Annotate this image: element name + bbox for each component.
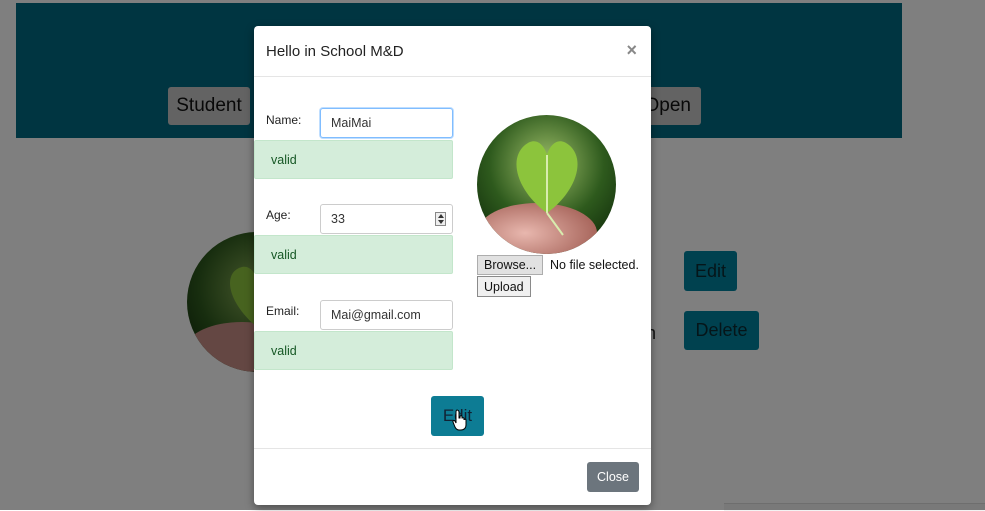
- modal-title: Hello in School M&D: [266, 43, 404, 60]
- close-icon[interactable]: ×: [626, 40, 637, 61]
- close-button[interactable]: Close: [587, 462, 639, 492]
- email-input[interactable]: Mai@gmail.com: [320, 300, 453, 330]
- email-label: Email:: [266, 304, 300, 318]
- email-valid-feedback: valid: [254, 331, 453, 370]
- age-label: Age:: [266, 208, 291, 222]
- number-spinner-icon[interactable]: [435, 212, 446, 226]
- name-valid-feedback: valid: [254, 140, 453, 179]
- file-status-text: No file selected.: [550, 258, 639, 272]
- age-input[interactable]: 33: [320, 204, 453, 234]
- browse-file-button[interactable]: Browse...: [477, 255, 544, 275]
- hand-pointer-icon: [452, 409, 467, 431]
- modal-header: Hello in School M&D ×: [254, 26, 651, 77]
- modal-footer-divider: [254, 448, 651, 449]
- name-label: Name:: [266, 113, 302, 127]
- edit-student-modal: Hello in School M&D × Name: MaiMai valid…: [254, 26, 651, 505]
- name-input[interactable]: MaiMai: [320, 108, 453, 138]
- upload-button[interactable]: Upload: [477, 276, 531, 297]
- age-value: 33: [331, 212, 345, 226]
- age-valid-feedback: valid: [254, 235, 453, 274]
- student-photo: [477, 115, 616, 254]
